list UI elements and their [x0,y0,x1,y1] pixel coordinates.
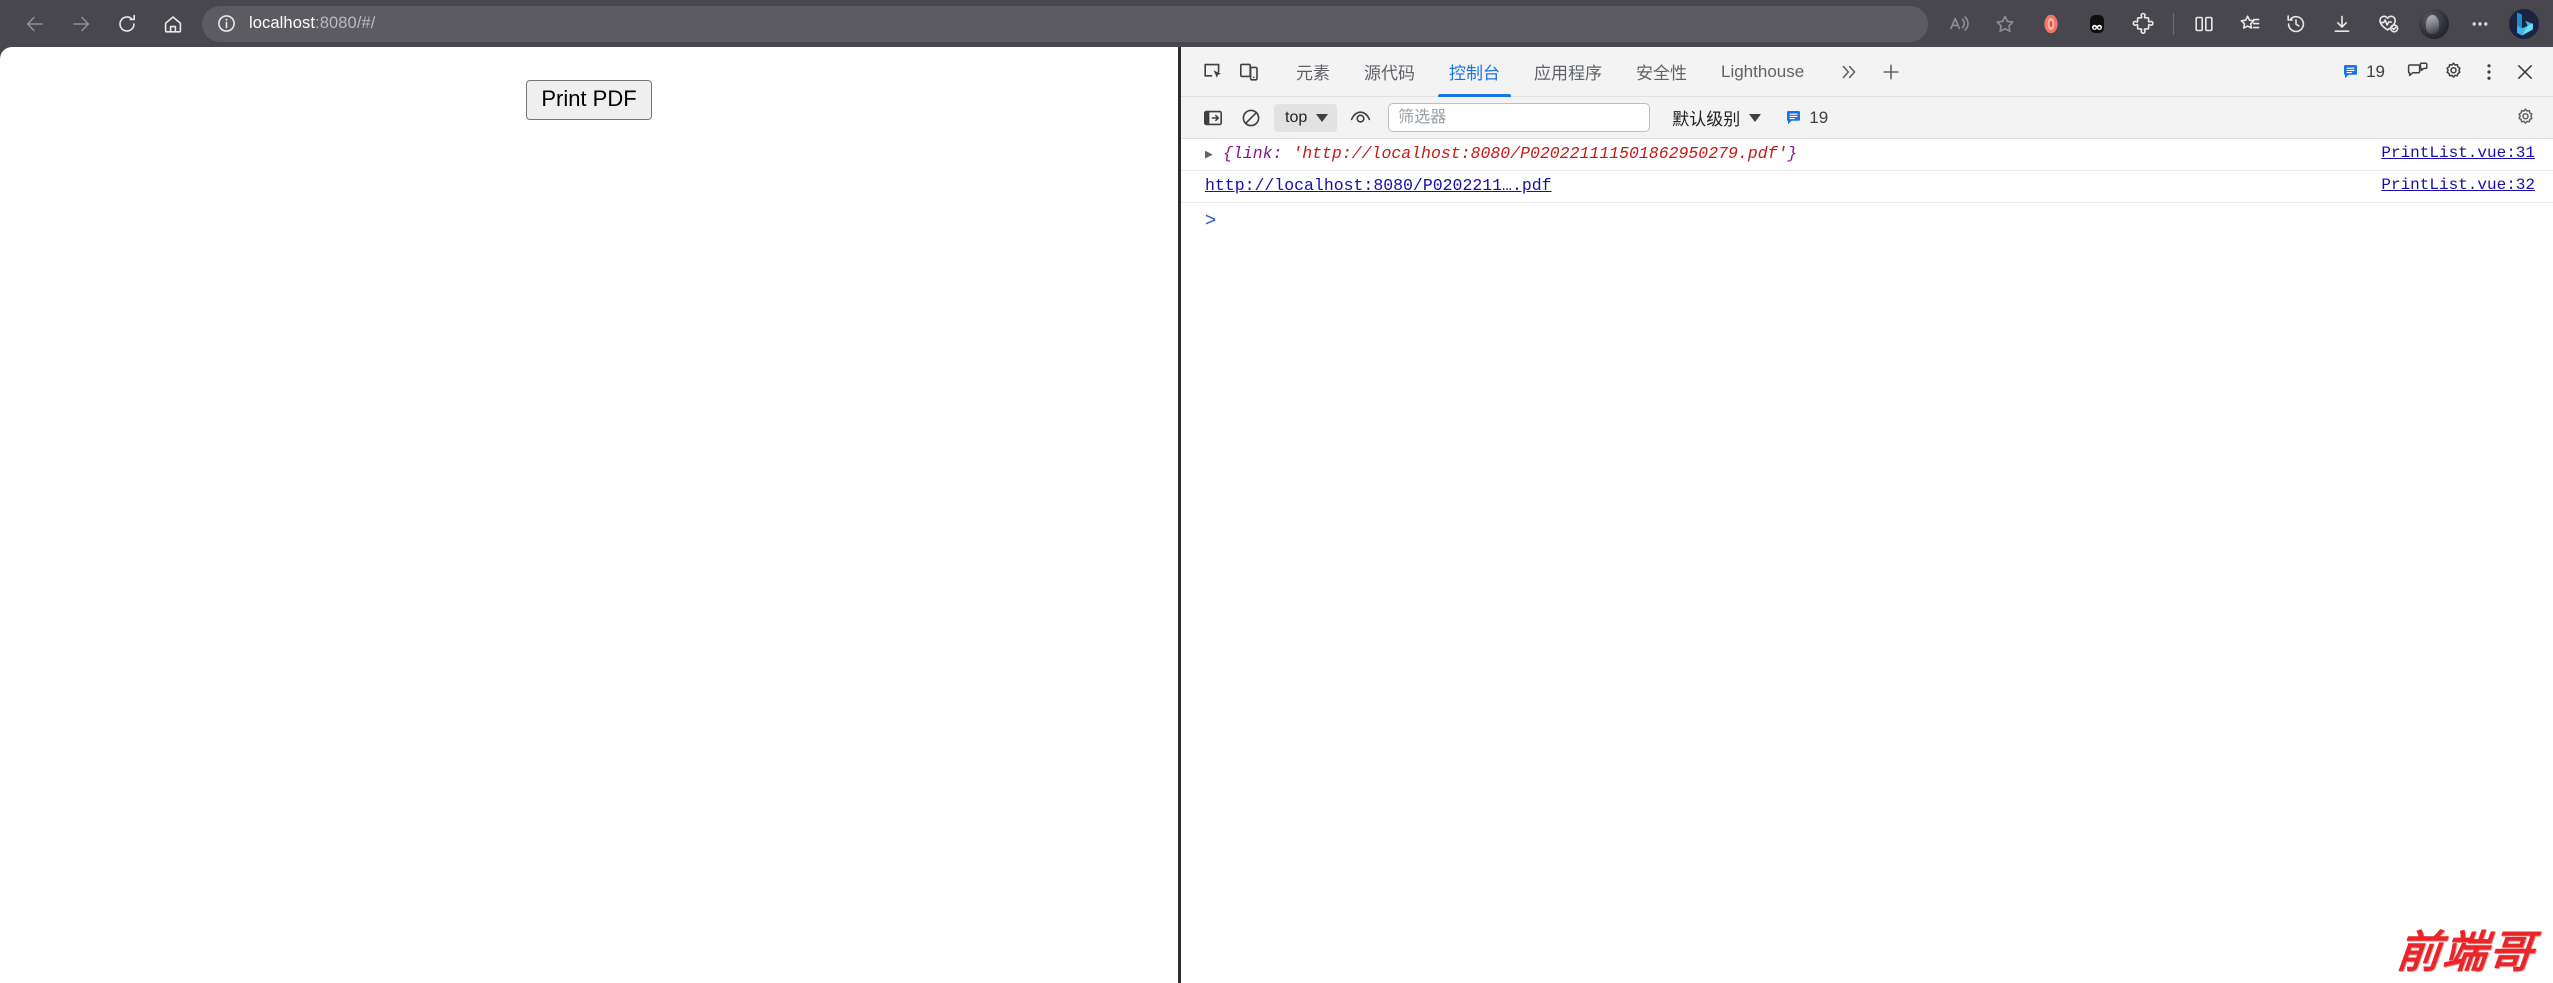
site-info-icon[interactable] [216,13,237,34]
console-issues-badge[interactable]: 19 [1779,108,1834,128]
source-link[interactable]: PrintList.vue:31 [2381,143,2553,164]
chevron-down-icon [1316,113,1329,122]
tab-elements-label: 元素 [1296,64,1330,83]
tab-lighthouse-label: Lighthouse [1721,61,1805,81]
main-area: Print PDF 元素 源代码 控制台 应用程序 安全性 Lighthouse… [0,47,2553,983]
console-message-object[interactable]: ▶ {link: 'http://localhost:8080/P0202211… [1181,139,2553,171]
page-viewport: Print PDF [0,47,1178,983]
favorite-star-icon[interactable] [1982,6,2028,42]
panda-extension-icon[interactable] [2074,6,2120,42]
chevron-down-icon [1749,113,1762,122]
console-filter-input[interactable] [1388,103,1651,132]
url-host: localhost [249,14,316,32]
tab-elements[interactable]: 元素 [1279,47,1347,97]
console-object-text: {link: 'http://localhost:8080/P020221111… [1223,143,1797,164]
read-aloud-icon[interactable] [1936,6,1982,42]
browser-actions [1936,6,2541,42]
source-link[interactable]: PrintList.vue:32 [2381,175,2553,196]
inspect-element-icon[interactable] [1195,55,1231,89]
tab-console-label: 控制台 [1449,64,1500,83]
devtools-tabbar: 元素 源代码 控制台 应用程序 安全性 Lighthouse 19 [1181,47,2553,97]
console-prompt-chevron-icon: > [1205,209,1217,231]
toolbar-divider [2173,12,2174,35]
opera-circle-icon[interactable] [2028,6,2074,42]
tab-security[interactable]: 安全性 [1619,47,1704,97]
extensions-puzzle-icon[interactable] [2120,6,2166,42]
console-message-badge[interactable]: 19 [2336,62,2391,82]
log-level-value: 默认级别 [1672,110,1741,129]
console-issues-count: 19 [1809,107,1829,127]
history-icon[interactable] [2273,6,2319,42]
copilot-bing-icon[interactable] [2507,7,2541,41]
downloads-icon[interactable] [2319,6,2365,42]
url-text: localhost:8080/#/ [249,14,375,33]
browser-toolbar: localhost:8080/#/ [0,0,2553,47]
split-screen-icon[interactable] [2181,6,2227,42]
console-url-link[interactable]: http://localhost:8080/P0202211….pdf [1181,175,1552,196]
console-settings-gear-icon[interactable] [2507,101,2543,135]
execution-context-value: top [1285,108,1308,126]
console-input-row[interactable]: > [1181,203,2553,237]
execution-context-selector[interactable]: top [1274,103,1338,132]
settings-more-icon[interactable] [2457,6,2503,42]
watermark: 前端哥 [2394,928,2538,977]
more-tabs-icon[interactable] [1831,55,1867,89]
home-button[interactable] [150,6,196,42]
url-path: :8080/#/ [315,14,376,32]
console-sidebar-icon[interactable] [1195,101,1231,135]
tab-sources[interactable]: 源代码 [1347,47,1432,97]
back-button[interactable] [12,6,58,42]
tab-application[interactable]: 应用程序 [1517,47,1619,97]
tab-lighthouse[interactable]: Lighthouse [1704,47,1821,97]
message-bubble-icon [1785,109,1802,126]
device-toolbar-icon[interactable] [1231,55,1267,89]
feedback-icon[interactable] [2399,55,2435,89]
profile-avatar[interactable] [2419,8,2449,39]
tab-security-label: 安全性 [1636,64,1687,83]
object-key: link: [1232,144,1293,163]
clear-console-icon[interactable] [1233,101,1269,135]
address-bar[interactable]: localhost:8080/#/ [202,5,1928,42]
print-pdf-button[interactable]: Print PDF [526,80,652,121]
live-expression-eye-icon[interactable] [1342,101,1378,135]
add-tab-icon[interactable] [1873,55,1909,89]
object-value: 'http://localhost:8080/P0202211115018629… [1292,144,1788,163]
console-output: ▶ {link: 'http://localhost:8080/P0202211… [1181,139,2553,983]
console-toolbar: top 默认级别 [1181,97,2553,139]
devtools-panel: 元素 源代码 控制台 应用程序 安全性 Lighthouse 19 top 筛选… [1181,47,2553,983]
object-brace-open: { [1223,144,1233,163]
browser-essentials-icon[interactable] [2365,6,2411,42]
devtools-tabs: 元素 源代码 控制台 应用程序 安全性 Lighthouse [1279,47,1821,97]
close-icon[interactable] [2507,55,2543,89]
console-message-link[interactable]: http://localhost:8080/P0202211….pdf Prin… [1181,171,2553,203]
tab-console[interactable]: 控制台 [1432,47,1517,97]
console-message-count: 19 [2366,61,2385,81]
settings-gear-icon[interactable] [2435,55,2471,89]
forward-button[interactable] [58,6,104,42]
refresh-button[interactable] [104,6,150,42]
expand-triangle-icon[interactable]: ▶ [1205,144,1223,165]
more-options-icon[interactable] [2471,55,2507,89]
object-brace-close: } [1787,144,1798,163]
tab-application-label: 应用程序 [1534,64,1602,83]
message-bubble-icon [2342,63,2359,80]
log-level-selector[interactable]: 默认级别 [1666,105,1767,130]
collections-icon[interactable] [2227,6,2273,42]
tab-sources-label: 源代码 [1364,64,1415,83]
